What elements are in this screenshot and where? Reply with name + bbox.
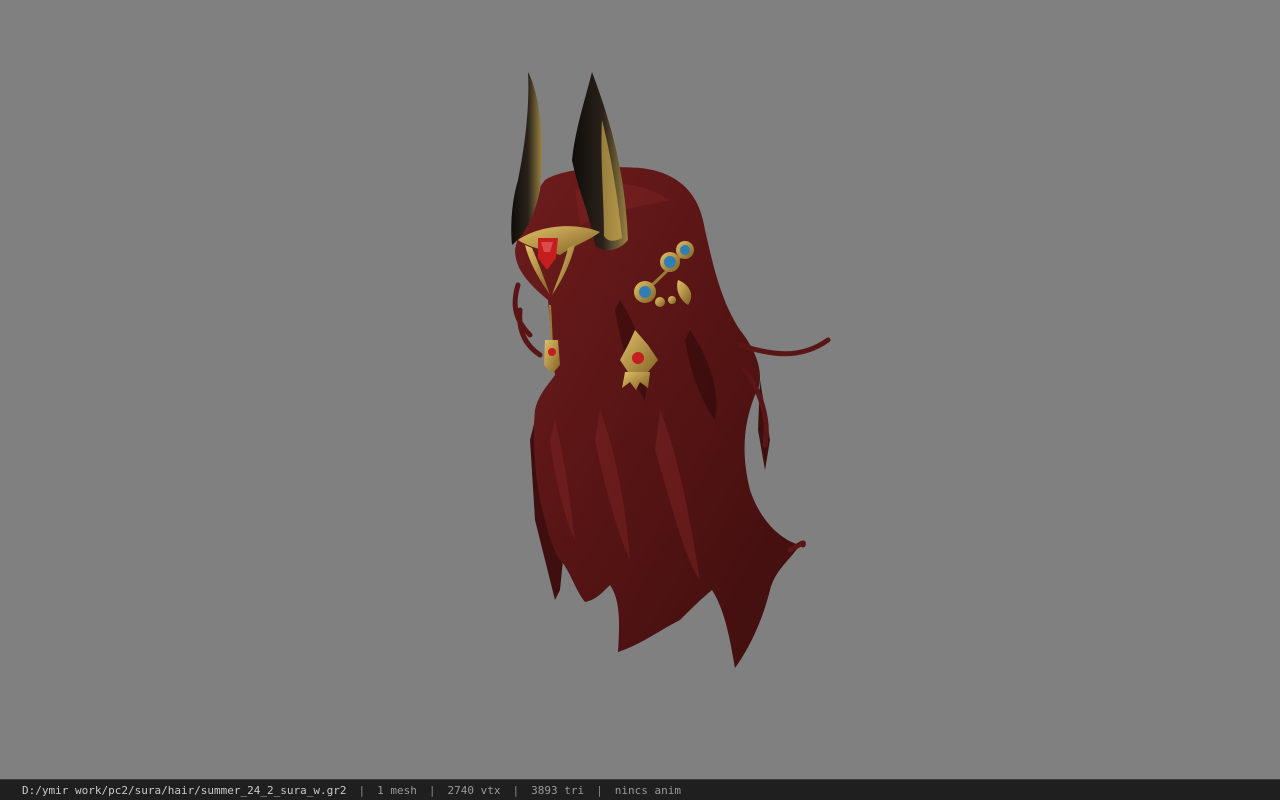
3d-viewport[interactable] xyxy=(0,0,1280,779)
mesh-count: 1 mesh xyxy=(377,783,417,797)
separator: | xyxy=(596,783,603,797)
separator: | xyxy=(512,783,520,797)
file-path: D:/ymir work/pc2/sura/hair/summer_24_2_s… xyxy=(22,783,347,797)
separator: | xyxy=(358,783,366,797)
separator: | xyxy=(428,783,436,797)
triangle-count: 3893 tri xyxy=(531,783,585,797)
hair-model xyxy=(511,72,831,668)
animation-status: nincs anim xyxy=(614,783,681,797)
vertex-count: 2740 vtx xyxy=(447,783,501,797)
status-bar: D:/ymir work/pc2/sura/hair/summer_24_2_s… xyxy=(0,779,1280,800)
